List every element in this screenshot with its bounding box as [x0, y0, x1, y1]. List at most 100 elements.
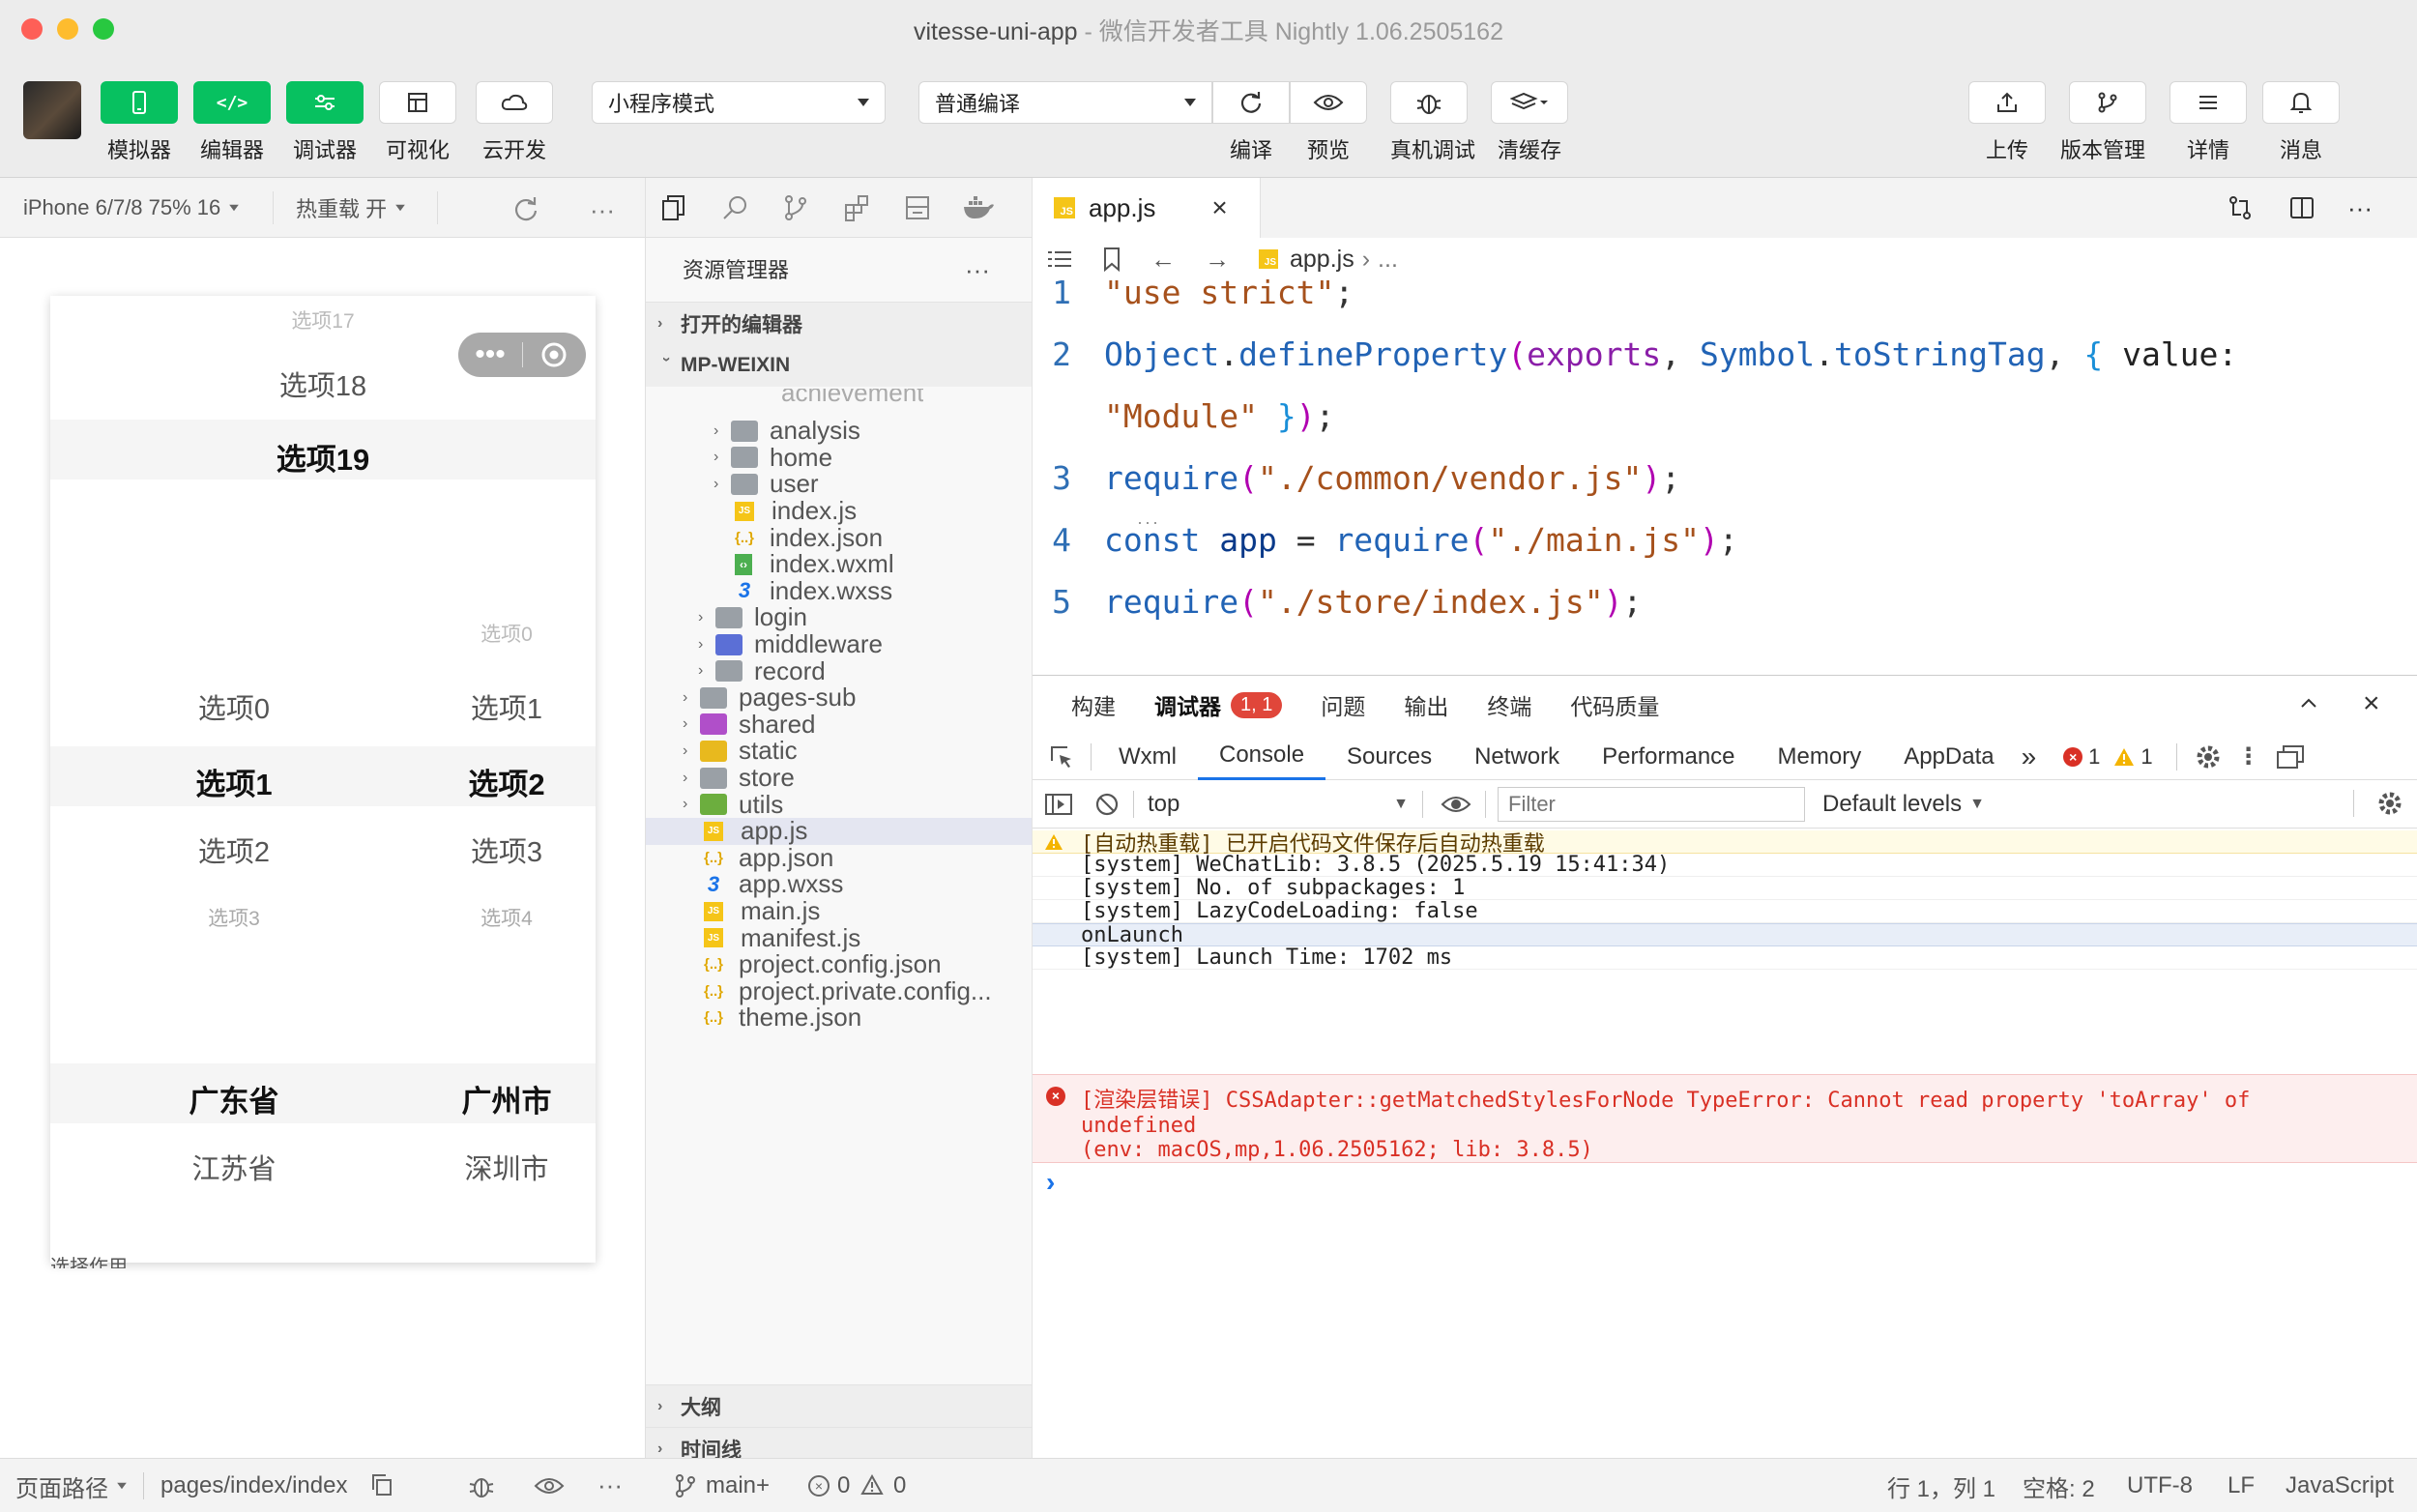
remote-debug-button[interactable]: 真机调试: [1390, 81, 1475, 164]
console-message[interactable]: onLaunch: [1033, 923, 2417, 947]
more-icon[interactable]: ···: [2347, 193, 2373, 223]
tree-item[interactable]: {..} project.private.config...: [646, 976, 1032, 1005]
eye-icon[interactable]: [1441, 795, 1471, 814]
tree-item[interactable]: › store: [646, 763, 1032, 792]
problems-errors[interactable]: 0: [837, 1459, 850, 1512]
picker-option[interactable]: 选项3: [371, 829, 596, 870]
picker-option-selected[interactable]: 选项2: [371, 760, 596, 803]
clear-console-icon[interactable]: [1094, 792, 1120, 817]
close-window-button[interactable]: [21, 18, 43, 40]
refresh-icon[interactable]: [512, 195, 539, 222]
details-button[interactable]: 详情: [2169, 81, 2247, 164]
outline-section[interactable]: › 大纲: [646, 1384, 1032, 1427]
docker-icon[interactable]: [961, 193, 996, 222]
picker-option-selected[interactable]: 广东省: [99, 1077, 369, 1120]
tab-performance[interactable]: Performance: [1581, 734, 1756, 780]
open-editors-section[interactable]: › 打开的编辑器: [646, 302, 1032, 344]
undock-icon[interactable]: [2276, 744, 2305, 770]
tree-item[interactable]: JS manifest.js: [646, 923, 1032, 952]
tab-terminal[interactable]: 终端: [1487, 688, 1531, 721]
language-mode[interactable]: JavaScript: [2286, 1459, 2394, 1512]
picker-option[interactable]: 选项0: [371, 619, 596, 648]
editor-toggle-button[interactable]: </> 编辑器: [193, 81, 271, 164]
picker-option-selected[interactable]: 选项1: [99, 760, 369, 803]
log-levels-select[interactable]: Default levels ▼: [1822, 791, 1985, 818]
page-path-select[interactable]: 页面路径: [15, 1459, 128, 1512]
tab-problems[interactable]: 问题: [1321, 688, 1365, 721]
version-control-button[interactable]: 版本管理: [2060, 81, 2146, 164]
device-select[interactable]: iPhone 6/7/8 75% 16: [23, 178, 240, 238]
tree-item[interactable]: {..} theme.json: [646, 1003, 1032, 1032]
tab-wxml[interactable]: Wxml: [1097, 734, 1198, 780]
compile-button[interactable]: 编译: [1212, 81, 1290, 164]
more-icon[interactable]: ···: [965, 255, 990, 285]
tree-item[interactable]: › record: [646, 656, 1032, 685]
warning-count[interactable]: 1: [2140, 744, 2152, 770]
tab-output[interactable]: 输出: [1404, 688, 1448, 721]
picker-option[interactable]: 选项17: [188, 305, 458, 334]
console-error-message[interactable]: × [渲染层错误] CSSAdapter::getMatchedStylesFo…: [1033, 1074, 2417, 1163]
context-select[interactable]: top ▼: [1148, 791, 1409, 818]
more-icon[interactable]: ···: [590, 195, 615, 225]
picker-option[interactable]: 江苏省: [99, 1147, 369, 1187]
tree-item[interactable]: ‹› index.wxml: [646, 549, 1032, 578]
tab-appdata[interactable]: AppData: [1882, 734, 2015, 780]
picker-option[interactable]: 深圳市: [371, 1147, 596, 1187]
compare-icon[interactable]: [2226, 193, 2255, 222]
debugger-toggle-button[interactable]: 调试器: [286, 81, 364, 164]
extensions-icon[interactable]: [843, 193, 872, 222]
more-tabs-icon[interactable]: »: [2022, 741, 2037, 772]
code-line[interactable]: 3 require("./common/vendor.js");: [1033, 447, 1680, 509]
search-icon[interactable]: [721, 193, 750, 222]
tree-item[interactable]: JS app.js: [646, 816, 1032, 845]
gear-icon[interactable]: [2376, 790, 2403, 817]
messages-button[interactable]: 消息: [2262, 81, 2340, 164]
tab-sources[interactable]: Sources: [1325, 734, 1453, 780]
console-message[interactable]: [system] No. of subpackages: 1: [1033, 876, 2417, 900]
cloud-button[interactable]: 云开发: [476, 81, 553, 164]
bug-icon[interactable]: [468, 1472, 495, 1499]
error-count[interactable]: 1: [2088, 744, 2100, 770]
editor-tab-app-js[interactable]: JS app.js ×: [1033, 178, 1261, 238]
tab-console[interactable]: Console: [1197, 734, 1326, 780]
close-icon[interactable]: ×: [1211, 192, 1227, 223]
code-line[interactable]: 2 Object. defineProperty(exports, Symbol. t…: [1033, 323, 2237, 385]
preview-button[interactable]: 预览: [1290, 81, 1367, 164]
picker-option-selected[interactable]: 广州市: [371, 1077, 596, 1120]
gear-icon[interactable]: [2195, 743, 2222, 771]
picker-option-selected[interactable]: 选项19: [188, 435, 458, 479]
console-message[interactable]: [system] WeChatLib: 3.8.5 (2025.5.19 15:…: [1033, 853, 2417, 877]
cursor-position[interactable]: 行 1，列 1: [1887, 1459, 1995, 1512]
encoding[interactable]: UTF-8: [2127, 1459, 2193, 1512]
eye-icon[interactable]: [534, 1476, 565, 1496]
simulator-toggle-button[interactable]: 模拟器: [101, 81, 178, 164]
avatar[interactable]: [23, 81, 81, 139]
indentation[interactable]: 空格: 2: [2023, 1459, 2095, 1512]
chevron-up-icon[interactable]: [2297, 691, 2320, 714]
tree-item[interactable]: › pages-sub: [646, 683, 1032, 712]
tree-item[interactable]: › analysis: [646, 416, 1032, 445]
tree-item[interactable]: › shared: [646, 710, 1032, 739]
timeline-section[interactable]: › 时间线: [646, 1427, 1032, 1458]
picker-option[interactable]: 选项4: [371, 903, 596, 932]
tree-item[interactable]: {..} project.config.json: [646, 949, 1032, 978]
console-message[interactable]: [system] Launch Time: 1702 ms: [1033, 945, 2417, 970]
storage-icon[interactable]: [903, 193, 932, 222]
code-line[interactable]: 5 require("./store/index.js");: [1033, 570, 1642, 632]
picker-option[interactable]: 选项2: [99, 829, 369, 870]
git-branch[interactable]: main+: [706, 1459, 770, 1512]
tree-item[interactable]: › login: [646, 602, 1032, 631]
breadcrumb-symbols[interactable]: ...: [1378, 246, 1398, 274]
tree-item[interactable]: › middleware: [646, 629, 1032, 658]
project-section[interactable]: › MP-WEIXIN: [646, 344, 1032, 387]
tab-build[interactable]: 构建: [1071, 688, 1116, 721]
picker-option[interactable]: 选项3: [99, 903, 369, 932]
more-icon[interactable]: ···: [597, 1470, 623, 1500]
hot-reload-toggle[interactable]: 热重载 开: [296, 178, 406, 238]
console-message[interactable]: [自动热重载] 已开启代码文件保存后自动热重载: [1033, 830, 2417, 857]
code-line[interactable]: "Module" });: [1033, 385, 1334, 447]
minimize-window-button[interactable]: [57, 18, 78, 40]
mode-select[interactable]: 小程序模式: [592, 81, 886, 124]
tree-item[interactable]: {..} app.json: [646, 843, 1032, 872]
tree-item[interactable]: JS main.js: [646, 896, 1032, 925]
